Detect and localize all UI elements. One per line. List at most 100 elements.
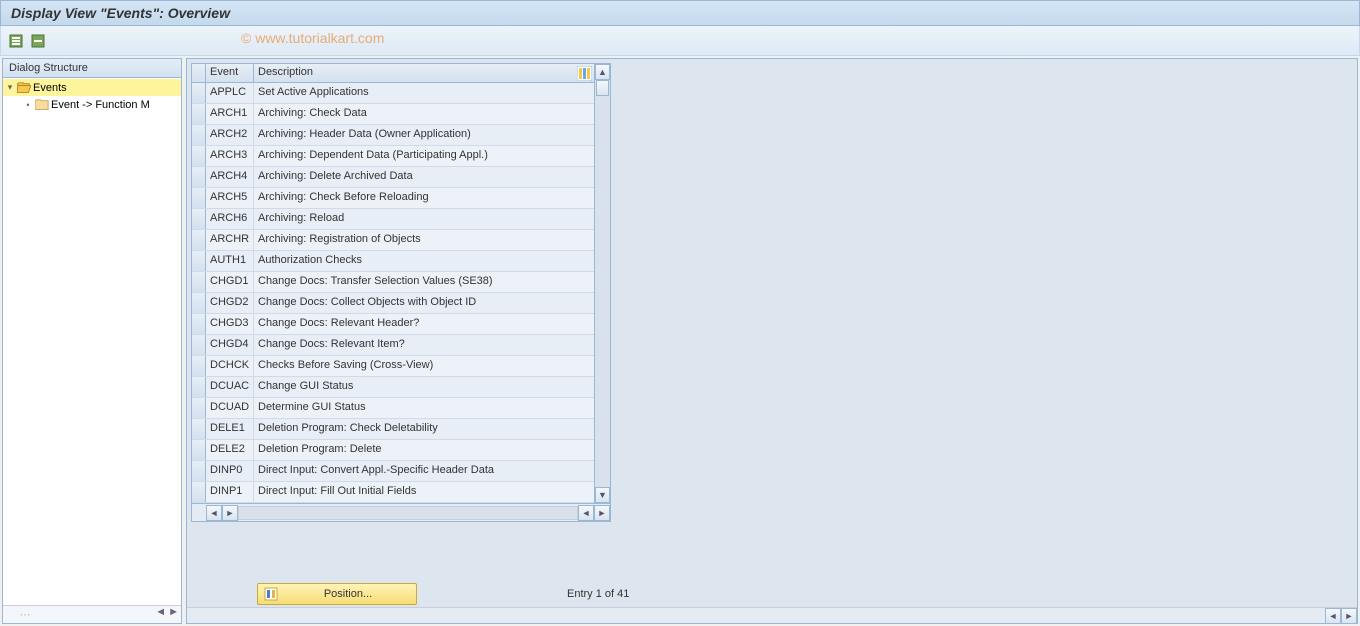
- cell-description: Checks Before Saving (Cross-View): [254, 356, 610, 376]
- folder-closed-icon: [35, 99, 49, 111]
- col-header-description[interactable]: Description: [254, 64, 610, 82]
- collapse-all-icon[interactable]: [29, 32, 47, 50]
- tree-node-events[interactable]: ▾ Events: [3, 79, 181, 96]
- scroll-left-icon[interactable]: ◄: [206, 505, 222, 521]
- cell-description: Deletion Program: Check Deletability: [254, 419, 610, 439]
- cell-event: CHGD2: [206, 293, 254, 313]
- position-button[interactable]: Position...: [257, 583, 417, 605]
- row-select-handle[interactable]: [192, 188, 206, 208]
- cell-description: Archiving: Header Data (Owner Applicatio…: [254, 125, 610, 145]
- table-row[interactable]: CHGD4Change Docs: Relevant Item?: [192, 335, 610, 356]
- row-select-handle[interactable]: [192, 356, 206, 376]
- toolbar: © www.tutorialkart.com: [0, 26, 1360, 56]
- row-select-handle[interactable]: [192, 125, 206, 145]
- tree-node-label: Events: [33, 82, 67, 94]
- tree-node-event-function[interactable]: • Event -> Function M: [3, 96, 181, 113]
- table-row[interactable]: CHGD2Change Docs: Collect Objects with O…: [192, 293, 610, 314]
- tree-scroll-left-icon[interactable]: ◄: [155, 606, 166, 623]
- tree-bullet-icon: •: [23, 100, 33, 110]
- panel-hscroll[interactable]: ◄ ►: [187, 607, 1357, 623]
- scroll-track[interactable]: [595, 80, 610, 487]
- cell-event: DINP1: [206, 482, 254, 502]
- table-row[interactable]: DINP0Direct Input: Convert Appl.-Specifi…: [192, 461, 610, 482]
- table-row[interactable]: ARCH4Archiving: Delete Archived Data: [192, 167, 610, 188]
- table-row[interactable]: ARCH6Archiving: Reload: [192, 209, 610, 230]
- row-select-handle[interactable]: [192, 314, 206, 334]
- row-select-handle[interactable]: [192, 461, 206, 481]
- cell-event: ARCH3: [206, 146, 254, 166]
- cell-event: ARCH1: [206, 104, 254, 124]
- cell-event: DCUAC: [206, 377, 254, 397]
- table-row[interactable]: CHGD1Change Docs: Transfer Selection Val…: [192, 272, 610, 293]
- row-select-handle[interactable]: [192, 104, 206, 124]
- row-select-handle[interactable]: [192, 377, 206, 397]
- row-select-handle[interactable]: [192, 398, 206, 418]
- cell-event: CHGD3: [206, 314, 254, 334]
- panel-scroll-left-icon[interactable]: ◄: [1325, 608, 1341, 624]
- panel-scroll-right-icon[interactable]: ►: [1341, 608, 1357, 624]
- table-row[interactable]: DCUACChange GUI Status: [192, 377, 610, 398]
- row-select-handle[interactable]: [192, 440, 206, 460]
- cell-description: Change Docs: Relevant Item?: [254, 335, 610, 355]
- tree-toggle-icon[interactable]: ▾: [5, 82, 15, 93]
- scroll-thumb[interactable]: [596, 80, 609, 96]
- vertical-scrollbar[interactable]: ▲ ▼: [594, 64, 610, 503]
- row-select-handle[interactable]: [192, 209, 206, 229]
- table-row[interactable]: ARCH5Archiving: Check Before Reloading: [192, 188, 610, 209]
- tree-scroll-right-icon[interactable]: ►: [168, 606, 179, 623]
- table-row[interactable]: ARCH1Archiving: Check Data: [192, 104, 610, 125]
- row-select-handle[interactable]: [192, 419, 206, 439]
- cell-event: CHGD1: [206, 272, 254, 292]
- table-row[interactable]: DELE1Deletion Program: Check Deletabilit…: [192, 419, 610, 440]
- cell-event: ARCH2: [206, 125, 254, 145]
- row-select-handle[interactable]: [192, 230, 206, 250]
- tree-body: ▾ Events • Event -> Function M: [3, 78, 181, 605]
- scroll-left-end-icon[interactable]: ◄: [578, 505, 594, 521]
- cell-event: ARCH5: [206, 188, 254, 208]
- column-config-icon[interactable]: [577, 66, 592, 81]
- page-title: Display View "Events": Overview: [11, 5, 230, 21]
- cell-event: DELE2: [206, 440, 254, 460]
- expand-all-icon[interactable]: [7, 32, 25, 50]
- row-select-handle[interactable]: [192, 251, 206, 271]
- row-select-handle[interactable]: [192, 146, 206, 166]
- table-row[interactable]: DELE2Deletion Program: Delete: [192, 440, 610, 461]
- col-header-event[interactable]: Event: [206, 64, 254, 82]
- select-all-handle[interactable]: [192, 64, 206, 82]
- tree-footer: ⋯ ◄ ►: [3, 605, 181, 623]
- row-select-handle[interactable]: [192, 272, 206, 292]
- scroll-up-icon[interactable]: ▲: [595, 64, 610, 80]
- cell-event: ARCH6: [206, 209, 254, 229]
- table-row[interactable]: APPLCSet Active Applications: [192, 83, 610, 104]
- cell-description: Archiving: Dependent Data (Participating…: [254, 146, 610, 166]
- table-row[interactable]: DINP1Direct Input: Fill Out Initial Fiel…: [192, 482, 610, 503]
- cell-event: DCHCK: [206, 356, 254, 376]
- row-select-handle[interactable]: [192, 167, 206, 187]
- table-row[interactable]: DCHCKChecks Before Saving (Cross-View): [192, 356, 610, 377]
- table-row[interactable]: ARCH2Archiving: Header Data (Owner Appli…: [192, 125, 610, 146]
- row-select-handle[interactable]: [192, 482, 206, 502]
- resize-handle[interactable]: ⋯: [5, 606, 45, 623]
- cell-description: Archiving: Delete Archived Data: [254, 167, 610, 187]
- entry-counter: Entry 1 of 41: [567, 588, 629, 600]
- cell-event: DINP0: [206, 461, 254, 481]
- horizontal-scrollbar[interactable]: ◄ ► ◄ ►: [192, 503, 610, 521]
- cell-description: Deletion Program: Delete: [254, 440, 610, 460]
- scroll-right-icon[interactable]: ►: [222, 505, 238, 521]
- cell-description: Archiving: Registration of Objects: [254, 230, 610, 250]
- table-row[interactable]: CHGD3Change Docs: Relevant Header?: [192, 314, 610, 335]
- table-row[interactable]: AUTH1Authorization Checks: [192, 251, 610, 272]
- scroll-right-end-icon[interactable]: ►: [594, 505, 610, 521]
- hscroll-track[interactable]: [238, 506, 578, 520]
- scroll-down-icon[interactable]: ▼: [595, 487, 610, 503]
- footer-area: Position... Entry 1 of 41: [257, 583, 629, 605]
- table-row[interactable]: DCUADDetermine GUI Status: [192, 398, 610, 419]
- cell-description: Change Docs: Transfer Selection Values (…: [254, 272, 610, 292]
- row-select-handle[interactable]: [192, 83, 206, 103]
- cell-event: CHGD4: [206, 335, 254, 355]
- row-select-handle[interactable]: [192, 335, 206, 355]
- workspace: Dialog Structure ▾ Events • Event -> Fun…: [0, 56, 1360, 626]
- table-row[interactable]: ARCHRArchiving: Registration of Objects: [192, 230, 610, 251]
- row-select-handle[interactable]: [192, 293, 206, 313]
- table-row[interactable]: ARCH3Archiving: Dependent Data (Particip…: [192, 146, 610, 167]
